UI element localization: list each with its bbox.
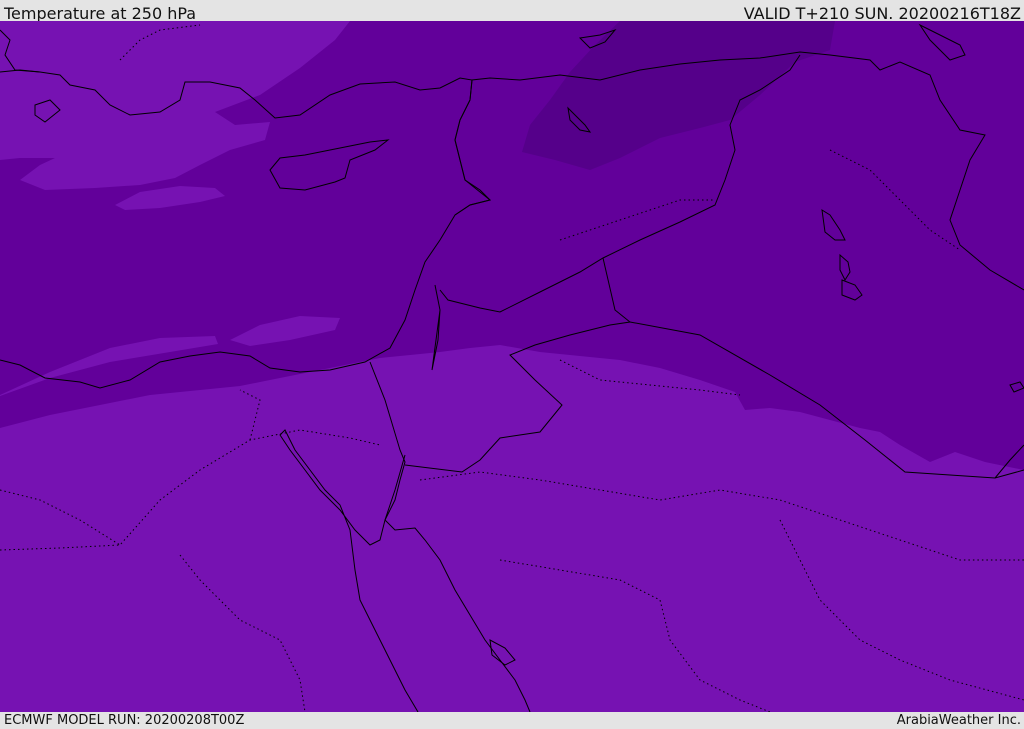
map-viewer: Temperature at 250 hPa VALID T+210 SUN. … — [0, 0, 1024, 729]
model-run-label: ECMWF MODEL RUN: 20200208T00Z — [4, 713, 245, 728]
footer-bar: ECMWF MODEL RUN: 20200208T00Z ArabiaWeat… — [0, 712, 1024, 729]
temperature-map[interactable] — [0, 21, 1024, 712]
header-bar: Temperature at 250 hPa VALID T+210 SUN. … — [0, 0, 1024, 23]
credit-label: ArabiaWeather Inc. — [896, 713, 1021, 728]
